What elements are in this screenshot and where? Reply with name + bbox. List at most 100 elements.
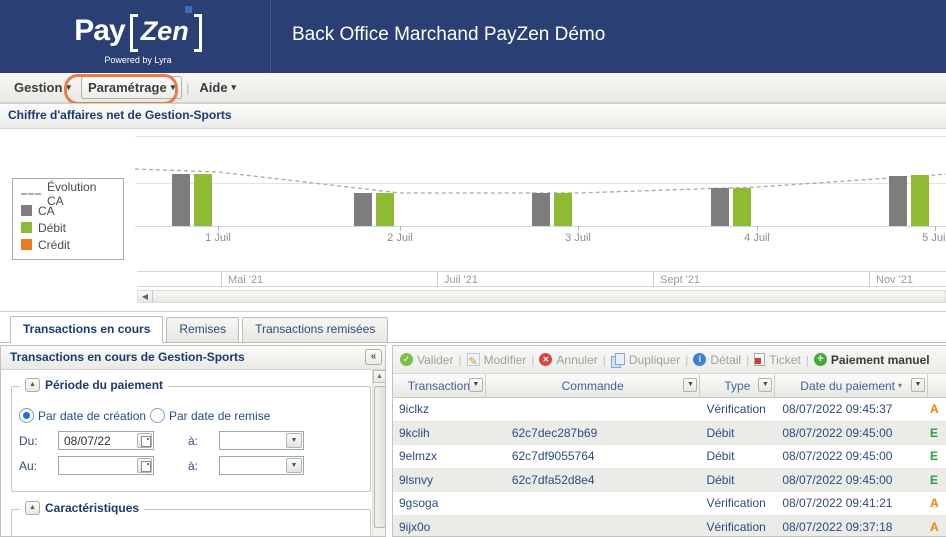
du-label: Du: [19,434,38,448]
bracket-left-icon [130,14,138,52]
chart-legend: Évolution CA CA Débit Crédit [12,178,124,260]
tab-remises[interactable]: Remises [166,317,239,342]
collapse-panel-button[interactable]: « [365,349,382,365]
column-header-commande[interactable]: Commande ▼ [486,374,701,397]
scroll-left-arrow-icon[interactable]: ◀ [138,291,153,302]
menu-gestion-label: Gestion [14,80,62,95]
time-select-1[interactable]: ▼ [219,431,304,450]
x-tick [578,226,579,231]
gray-swatch-icon [21,205,32,216]
scroll-up-arrow-icon[interactable]: ▲ [373,370,386,383]
status-badge: A [928,402,946,416]
logo-wordmark: Pay Zen [58,6,218,52]
modifier-button[interactable]: Modifier [467,353,527,367]
tab-transactions-remisees[interactable]: Transactions remisées [242,317,388,342]
bar-CA-2 Juil [354,193,372,226]
duplicate-icon [611,353,625,367]
a-label-1: à: [188,434,198,448]
calendar-icon[interactable] [137,433,152,448]
column-header-transaction[interactable]: Transaction ▼ [393,374,486,397]
navigator-tick [437,272,438,286]
menu-parametrage-label: Paramétrage [88,80,167,95]
tab-transactions-en-cours[interactable]: Transactions en cours [10,316,163,343]
table-row[interactable]: 9gsoga Vérification 08/07/2022 09:41:21 … [393,492,946,516]
menu-gestion[interactable]: Gestion ▾ [8,77,77,98]
ticket-button[interactable]: Ticket [754,353,801,367]
column-filter-icon[interactable]: ▼ [683,378,697,392]
x-tick-label: 1 Juil [196,232,240,244]
valider-button[interactable]: Valider [400,353,453,367]
date-du-input[interactable]: 08/07/22 [58,431,154,450]
payzen-back-office: Pay Zen Powered by Lyra Back Office Marc… [0,0,946,537]
radio-par-date-de-remise[interactable] [150,408,165,423]
logo-pay-text: Pay [74,10,124,52]
radio-label-remise: Par date de remise [169,409,270,423]
logo-zen-brackets: Zen [130,13,202,52]
x-tick [757,226,758,231]
status-badge: E [928,473,946,487]
status-badge: E [928,426,946,440]
check-circle-icon [400,353,413,366]
collapse-section-button[interactable]: ▲ [25,378,40,392]
navigator-tick [869,272,870,286]
x-tick [935,226,936,231]
menu-separator: | [186,81,189,95]
table-row[interactable]: 9lsnvy 62c7dfa52d8e4 Débit 08/07/2022 09… [393,469,946,493]
x-tick [218,226,219,231]
table-row[interactable]: 9kclih 62c7dec287b69 Débit 08/07/2022 09… [393,422,946,446]
legend-item-debit[interactable]: Débit [21,219,115,236]
bar-CA-4 Juil [711,188,729,226]
x-tick-label: 3 Juil [556,232,600,244]
column-filter-icon[interactable]: ▼ [911,378,925,392]
date-au-input[interactable] [58,456,154,475]
bar-CA-1 Juil [172,174,190,226]
column-header-type[interactable]: Type ▼ [700,374,775,397]
table-row[interactable]: 9iclkz Vérification 08/07/2022 09:45:37 … [393,398,946,422]
menu-bar: Gestion ▾ Paramétrage ▾ | Aide ▾ [0,73,946,103]
navigator-tick [221,272,222,286]
dupliquer-button[interactable]: Dupliquer [611,353,680,367]
x-tick [400,226,401,231]
caret-down-icon: ▾ [232,82,237,93]
navigator-tick [653,272,654,286]
logo-accent-square-icon [185,6,192,13]
table-row[interactable]: 9elmzx 62c7df9055764 Débit 08/07/2022 09… [393,445,946,469]
scrollbar-thumb[interactable] [374,386,386,528]
column-filter-icon[interactable]: ▼ [758,378,772,392]
chart-horizontal-scrollbar[interactable]: ◀ [137,290,946,303]
legend-item-credit[interactable]: Crédit [21,236,115,253]
paiement-manuel-button[interactable]: Paiement manuel [814,353,930,367]
caracteristiques-fieldset: ▲ Caractéristiques [11,509,371,537]
menu-parametrage[interactable]: Paramétrage ▾ [81,76,182,99]
chevron-down-icon[interactable]: ▼ [286,458,302,473]
x-tick-label: 4 Juil [735,232,779,244]
app-header: Pay Zen Powered by Lyra Back Office Marc… [0,0,946,73]
column-header-status-clipped[interactable] [928,374,946,397]
chart-scrollbar-thumb[interactable] [153,291,945,302]
logo-powered-by: Powered by Lyra [58,55,218,65]
x-tick-label: 5 Juil [913,232,946,244]
payzen-logo[interactable]: Pay Zen Powered by Lyra [58,6,218,68]
column-header-date-du-paiement[interactable]: Date du paiement ▾ ▼ [775,374,928,397]
calendar-icon[interactable] [137,458,152,473]
detail-button[interactable]: Détail [693,353,741,367]
bar-CA-3 Juil [532,193,550,226]
menu-aide[interactable]: Aide ▾ [193,77,242,98]
table-row[interactable]: 9ijx0o Vérification 08/07/2022 09:37:18 … [393,516,946,537]
annuler-button[interactable]: Annuler [539,353,597,367]
bar-Débit-5 Juil [911,175,929,226]
caret-down-icon: ▾ [171,82,176,93]
au-label: Au: [19,459,37,473]
bracket-right-icon [194,14,202,52]
collapse-section-button[interactable]: ▲ [25,501,40,515]
filter-panel-scrollbar[interactable]: ▲ [372,370,386,536]
navigator-label: Juil '21 [444,274,478,286]
x-tick-label: 2 Juil [378,232,422,244]
chevron-down-icon[interactable]: ▼ [286,433,302,448]
table-body: 9iclkz Vérification 08/07/2022 09:45:37 … [393,398,946,537]
legend-item-evolution-ca[interactable]: Évolution CA [21,185,115,202]
column-filter-icon[interactable]: ▼ [469,378,483,392]
page-title: Back Office Marchand PayZen Démo [292,24,605,46]
radio-par-date-de-creation[interactable] [19,408,34,423]
time-select-2[interactable]: ▼ [219,456,304,475]
